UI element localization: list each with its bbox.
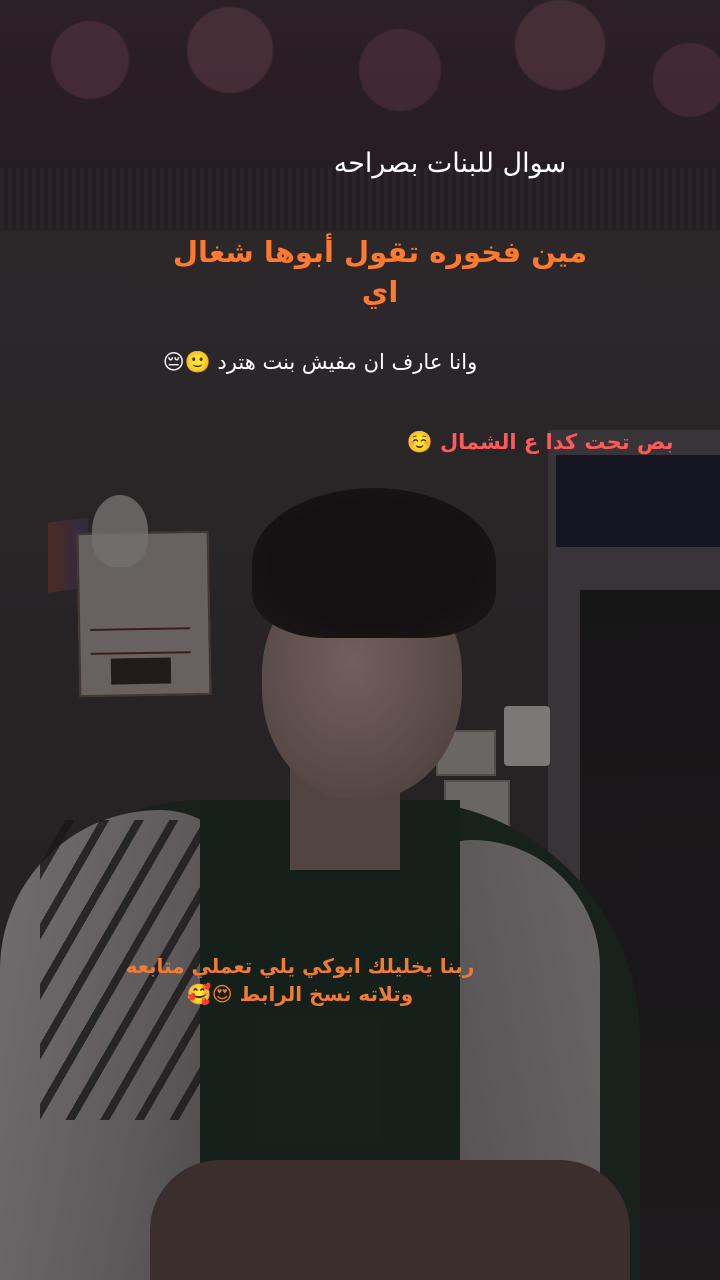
caption-question: مين فخوره تقول أبوها شغال اي bbox=[172, 235, 588, 309]
video-background bbox=[0, 0, 720, 1280]
dim-overlay bbox=[0, 0, 720, 1280]
caption-blessing: ربنا يخليلك ابوكي يلي تعملي متابعه وتلات… bbox=[110, 952, 490, 1008]
caption-aware: وانا عارف ان مفيش بنت هترد 🙂😔 bbox=[162, 350, 478, 374]
caption-blessing-line2: وتلاته نسخ الرابط 😍🥰 bbox=[186, 982, 414, 1006]
caption-title: سوال للبنات بصراحه bbox=[333, 148, 567, 179]
caption-look-down: بص تحت كدا ع الشمال ☺️ bbox=[406, 430, 674, 454]
caption-blessing-line1: ربنا يخليلك ابوكي يلي تعملي متابعه bbox=[125, 954, 475, 978]
